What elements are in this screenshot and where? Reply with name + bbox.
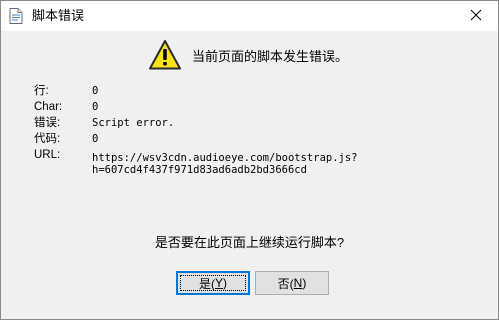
detail-label-code: 代码:	[34, 133, 61, 145]
detail-value-line: 0	[92, 85, 99, 97]
detail-label-error: 错误:	[34, 117, 61, 129]
close-icon	[470, 9, 482, 24]
script-document-icon	[9, 8, 23, 24]
yes-button[interactable]: 是(Y)	[176, 271, 250, 295]
detail-value-error: Script error.	[92, 117, 175, 129]
detail-value-code: 0	[92, 133, 99, 145]
title-bar[interactable]: 脚本错误	[1, 1, 498, 31]
detail-label-line: 行:	[34, 85, 49, 97]
no-button[interactable]: 否(N)	[255, 271, 329, 295]
close-button[interactable]	[453, 1, 498, 31]
detail-value-char: 0	[92, 101, 99, 113]
script-error-dialog: 脚本错误 当前页面的脚本发生错误。 行: 0 Char: 0 错误: Scrip…	[0, 0, 499, 320]
detail-label-url: URL:	[34, 149, 61, 161]
detail-label-char: Char:	[34, 101, 63, 113]
error-message: 当前页面的脚本发生错误。	[192, 49, 349, 64]
window-title: 脚本错误	[32, 8, 85, 23]
detail-value-url-continued: h=607cd4f437f971d83ad6adb2bd3666cd	[92, 164, 307, 176]
continue-question: 是否要在此页面上继续运行脚本?	[154, 235, 345, 250]
warning-triangle-icon	[148, 39, 182, 71]
